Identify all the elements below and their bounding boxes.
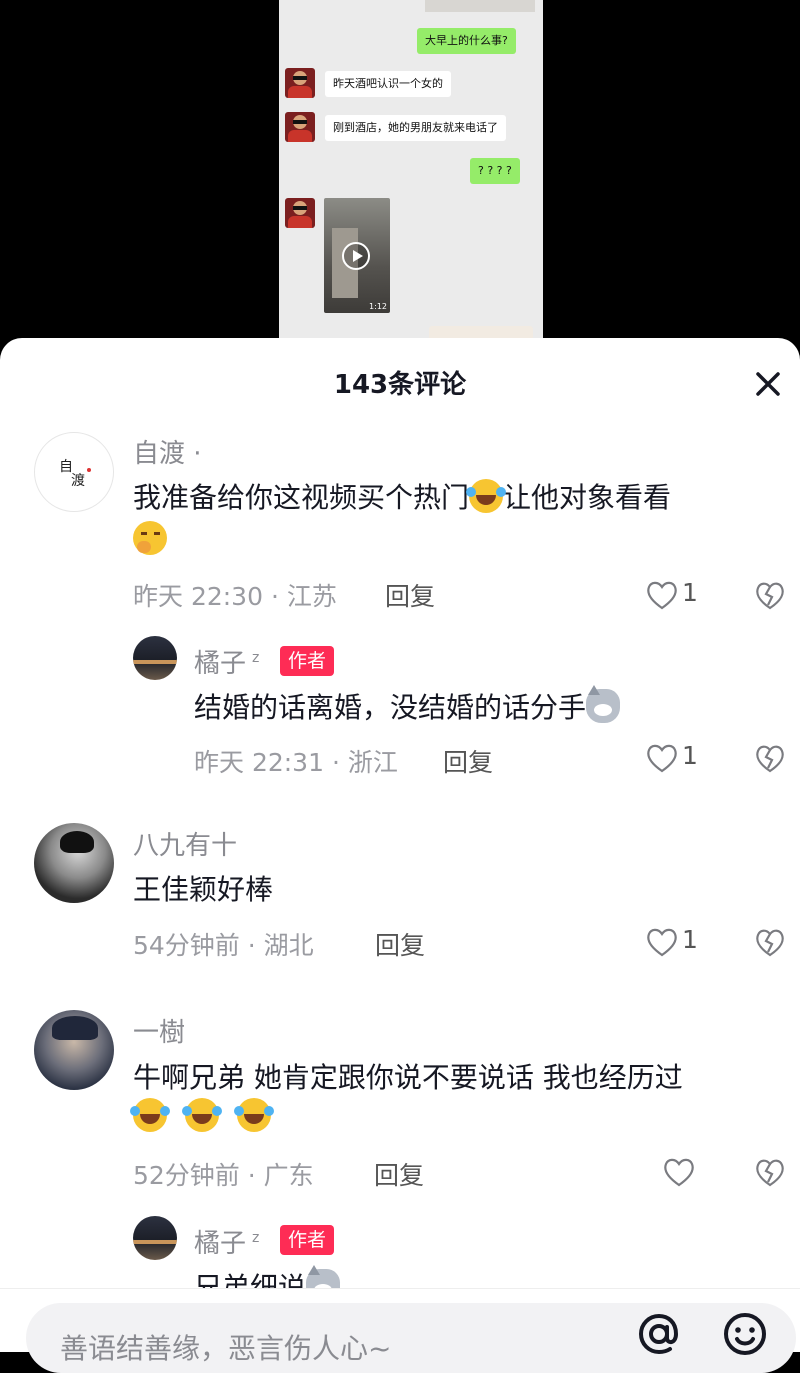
avatar[interactable] bbox=[133, 636, 177, 680]
comment-text: 牛啊兄弟 她肯定跟你说不要说话 我也经历过 bbox=[133, 1061, 683, 1094]
shy-emoji-icon bbox=[133, 521, 167, 555]
close-icon[interactable] bbox=[748, 364, 788, 404]
author-badge: 作者 bbox=[280, 1225, 335, 1255]
broken-heart-icon[interactable] bbox=[754, 580, 786, 612]
chat-avatar bbox=[285, 112, 315, 142]
broken-heart-icon[interactable] bbox=[754, 1157, 786, 1189]
comment-count-title: 143条评论 bbox=[333, 370, 467, 400]
at-icon[interactable] bbox=[632, 1307, 686, 1361]
broken-heart-icon[interactable] bbox=[754, 927, 786, 959]
comment-time-location: 昨天 22:30 · 江苏 bbox=[133, 582, 337, 611]
comment-text-line2 bbox=[133, 521, 167, 556]
video-player[interactable]: 大早上的什么事? 昨天酒吧认识一个女的 刚到酒店，她的男朋友就来电话了 ? ? … bbox=[0, 0, 800, 360]
svg-text:渡: 渡 bbox=[71, 473, 85, 489]
comment-time-location: 昨天 22:31 · 浙江 bbox=[194, 748, 398, 777]
chat-screenshot: 大早上的什么事? 昨天酒吧认识一个女的 刚到酒店，她的男朋友就来电话了 ? ? … bbox=[279, 0, 543, 360]
comment-time-location: 52分钟前 · 广东 bbox=[133, 1161, 314, 1190]
chat-bubble: ? ? ? ? bbox=[470, 158, 520, 184]
emoji-icon[interactable] bbox=[718, 1307, 772, 1361]
like-count: 1 bbox=[682, 925, 698, 954]
heart-icon[interactable] bbox=[645, 742, 679, 774]
reply-button[interactable]: 回复 bbox=[374, 1156, 424, 1192]
husky-emoji-icon bbox=[586, 685, 621, 723]
comment-time-location: 54分钟前 · 湖北 bbox=[133, 931, 314, 960]
comment-username[interactable]: 橘子 z bbox=[194, 1223, 259, 1260]
heart-icon[interactable] bbox=[645, 926, 679, 958]
broken-heart-icon[interactable] bbox=[754, 743, 786, 775]
reply-button[interactable]: 回复 bbox=[385, 577, 435, 613]
laughing-emoji-icon bbox=[233, 1098, 271, 1132]
like-count: 1 bbox=[682, 741, 698, 770]
like-count: 1 bbox=[682, 578, 698, 607]
comment-emojis bbox=[130, 1098, 271, 1133]
reply-button[interactable]: 回复 bbox=[375, 926, 425, 962]
chat-video-thumbnail: 1:12 bbox=[324, 198, 390, 313]
comment-username[interactable]: 橘子 z bbox=[194, 643, 259, 680]
heart-icon[interactable] bbox=[662, 1156, 696, 1188]
comment-text: 我准备给你这视频买个热门 让他对象看看 bbox=[133, 479, 672, 514]
comment-input-placeholder: 善语结善缘，恶言伤人心~ bbox=[60, 1332, 392, 1365]
chat-avatar bbox=[285, 198, 315, 228]
comment-username[interactable]: 自渡 · bbox=[133, 433, 202, 470]
avatar[interactable] bbox=[34, 1010, 114, 1090]
laughing-emoji-icon bbox=[130, 1098, 167, 1132]
chat-bubble: 刚到酒店，她的男朋友就来电话了 bbox=[325, 115, 506, 141]
chat-bubble: 昨天酒吧认识一个女的 bbox=[325, 71, 451, 97]
avatar[interactable]: 自 渡 bbox=[34, 432, 114, 512]
comment-username[interactable]: 八九有十 bbox=[133, 825, 237, 862]
video-duration: 1:12 bbox=[369, 302, 387, 311]
chat-avatar bbox=[285, 68, 315, 98]
calligraphy-avatar-icon: 自 渡 bbox=[59, 459, 91, 489]
comment-sheet: 143条评论 自 渡 自渡 · 我准备给你这视频买个热门 让他对象看看 昨天 22… bbox=[0, 338, 800, 1351]
sup-mark: z bbox=[252, 1230, 260, 1246]
laughing-emoji-icon bbox=[181, 1098, 219, 1132]
avatar[interactable] bbox=[34, 823, 114, 903]
sup-mark: z bbox=[252, 650, 260, 666]
heart-icon[interactable] bbox=[645, 579, 679, 611]
comment-username[interactable]: 一樹 bbox=[133, 1012, 185, 1049]
reply-button[interactable]: 回复 bbox=[443, 743, 493, 779]
play-icon bbox=[342, 242, 370, 270]
chat-image-fragment bbox=[425, 0, 535, 12]
avatar[interactable] bbox=[133, 1216, 177, 1260]
comment-text: 结婚的话离婚，没结婚的话分手 bbox=[194, 685, 621, 726]
comment-input-bar: 善语结善缘，恶言伤人心~ bbox=[0, 1288, 800, 1373]
laughing-emoji-icon bbox=[466, 479, 504, 513]
comment-text: 王佳颖好棒 bbox=[133, 873, 274, 906]
chat-bubble: 大早上的什么事? bbox=[417, 28, 516, 54]
author-badge: 作者 bbox=[280, 646, 335, 676]
